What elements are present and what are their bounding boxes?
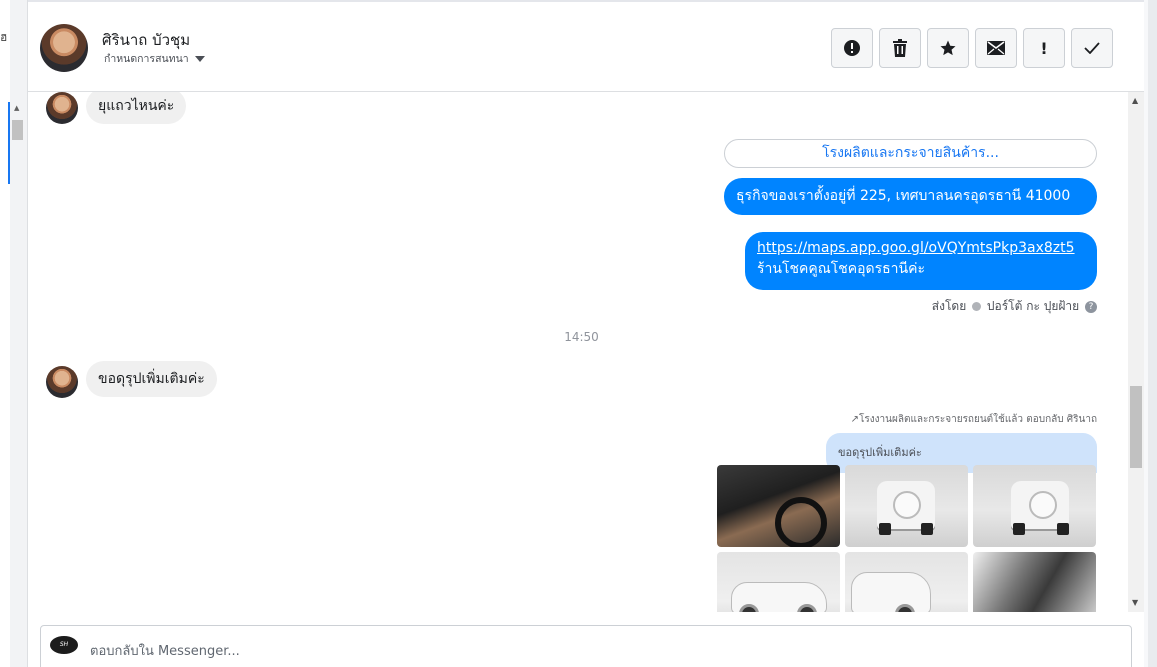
- help-icon[interactable]: ?: [1085, 300, 1097, 313]
- car-photo-front[interactable]: [845, 552, 968, 612]
- scroll-up-arrow-icon[interactable]: ▲: [1132, 96, 1138, 105]
- incoming-message[interactable]: ยุแถวไหนค่ะ: [86, 92, 187, 124]
- conversation-header: ศิรินาถ บัวชุม กำหนดการสนทนา !: [28, 0, 1144, 92]
- quick-reply-button[interactable]: โรงผลิตและกระจายสินค้าร...: [724, 139, 1097, 168]
- header-toolbar: !: [831, 28, 1113, 68]
- left-panel-edge: ฮ: [0, 0, 10, 667]
- car-photo-rear-angle[interactable]: [973, 465, 1096, 547]
- contact-name[interactable]: ศิรินาถ บัวชุม: [102, 28, 190, 52]
- photo-grid: [717, 465, 1097, 612]
- car-photo-side[interactable]: [717, 552, 840, 612]
- outgoing-message[interactable]: https://maps.app.goo.gl/oVQYmtsPkp3ax8zt…: [745, 232, 1097, 290]
- mark-done-button[interactable]: [1071, 28, 1113, 68]
- tire: [1057, 523, 1069, 535]
- star-icon: [940, 40, 956, 56]
- avatar[interactable]: [46, 366, 78, 398]
- car-photo-interior[interactable]: [717, 465, 840, 547]
- sent-by-prefix: ส่งโดย: [931, 299, 967, 313]
- reply-context-text: โรงงานผลิตและกระจายรถยนต์ใช้แล้ว ตอบกลับ…: [859, 414, 1097, 425]
- mark-unread-button[interactable]: [975, 28, 1017, 68]
- scroll-down-arrow-icon[interactable]: ▼: [1132, 598, 1138, 607]
- check-icon: [1084, 42, 1100, 54]
- map-caption: ร้านโชคคูณโชคอุดรธานีค่ะ: [757, 261, 925, 277]
- tire: [921, 523, 933, 535]
- exclamation-icon: !: [1040, 38, 1048, 58]
- reply-arrow-icon: ↗: [850, 414, 860, 425]
- left-panel-text: ฮ: [0, 30, 8, 44]
- thread-scrollbar-thumb[interactable]: [1130, 386, 1142, 468]
- incoming-message[interactable]: ขอดุรุปเพิ่มเติมค่ะ: [86, 361, 217, 397]
- thread-scrollbar[interactable]: ▲ ▼: [1128, 92, 1144, 612]
- follow-up-button[interactable]: !: [1023, 28, 1065, 68]
- conversation-schedule-dropdown[interactable]: กำหนดการสนทนา: [104, 50, 205, 67]
- right-panel-edge: [1144, 0, 1157, 667]
- tire: [1013, 523, 1025, 535]
- right-panel-divider: [1144, 0, 1148, 667]
- car-body: [851, 572, 931, 612]
- tire: [879, 523, 891, 535]
- spare-wheel: [1029, 491, 1057, 519]
- scroll-up-arrow-icon[interactable]: ▲: [14, 104, 19, 112]
- left-scrollbar-thumb[interactable]: [12, 120, 23, 140]
- envelope-icon: [987, 41, 1005, 55]
- sent-by-label: ส่งโดย ปอร์โต้ กะ ปุยฝ้าย ?: [932, 297, 1097, 316]
- timestamp: 14:50: [564, 330, 599, 344]
- messenger-window: ฮ ▲ ศิรินาถ บัวชุม กำหนดการสนทนา ! ยุแถว…: [0, 0, 1157, 667]
- avatar[interactable]: [40, 24, 88, 72]
- sender-name: ปอร์โต้ กะ ปุยฝ้าย: [986, 299, 1080, 313]
- outgoing-message[interactable]: ธุรกิจของเราตั้งอยู่ที่ 225, เทศบาลนครอุ…: [724, 178, 1097, 215]
- mark-spam-button[interactable]: [831, 28, 873, 68]
- page-logo: SH: [50, 636, 78, 654]
- caret-down-icon: [194, 56, 205, 62]
- spare-wheel: [893, 491, 921, 519]
- trash-icon: [893, 39, 907, 57]
- star-button[interactable]: [927, 28, 969, 68]
- delete-button[interactable]: [879, 28, 921, 68]
- avatar[interactable]: [46, 92, 78, 124]
- left-scrollbar[interactable]: ▲: [10, 0, 28, 667]
- map-link[interactable]: https://maps.app.goo.gl/oVQYmtsPkp3ax8zt…: [757, 238, 1085, 259]
- reply-input[interactable]: ตอบกลับใน Messenger...: [90, 640, 240, 661]
- schedule-label: กำหนดการสนทนา: [104, 53, 189, 65]
- car-photo-rear[interactable]: [845, 465, 968, 547]
- car-photo-door[interactable]: [973, 552, 1096, 612]
- message-thread[interactable]: ยุแถวไหนค่ะ โรงผลิตและกระจายสินค้าร... ธ…: [28, 92, 1128, 612]
- reply-context-label: ↗โรงงานผลิตและกระจายรถยนต์ใช้แล้ว ตอบกลั…: [851, 412, 1097, 427]
- reply-composer[interactable]: SH ตอบกลับใน Messenger...: [40, 625, 1132, 667]
- verified-icon: [972, 302, 982, 311]
- alert-circle-icon: [844, 40, 860, 56]
